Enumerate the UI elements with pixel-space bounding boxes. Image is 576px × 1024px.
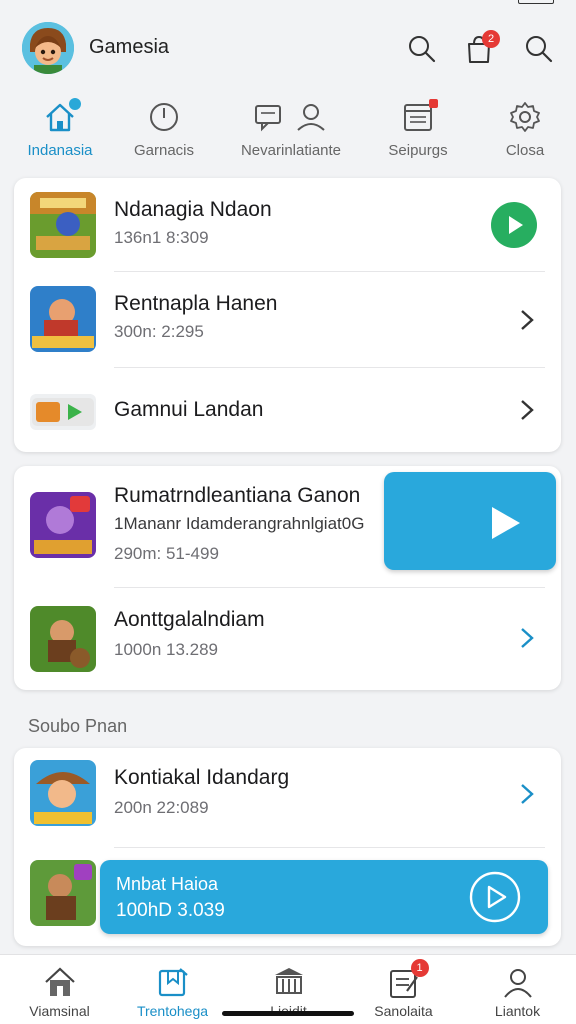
nav-label: Sanolaita: [374, 1003, 433, 1019]
library-icon: [272, 965, 306, 999]
tab-label: Indanasia: [27, 142, 93, 159]
nav-label: Viamsinal: [29, 1003, 90, 1019]
status-bar: [0, 0, 576, 10]
game-thumbnail: [30, 192, 96, 258]
nav-label: Liantok: [494, 1003, 541, 1019]
banner-meta: 100hD 3.039: [116, 900, 225, 921]
tab-dot-badge: [69, 98, 81, 110]
notepad-icon: 1: [387, 959, 429, 999]
nav-liantok[interactable]: Liantok: [460, 955, 575, 1024]
bookmark-icon: [156, 965, 190, 999]
game-thumbnail: [30, 286, 96, 352]
game-meta: 1000n 13.289: [114, 640, 218, 659]
game-title: Rentnapla Hanen: [114, 292, 278, 315]
game-title: Aonttgalalndiam: [114, 608, 265, 631]
tab-indanasia[interactable]: Indanasia: [5, 96, 115, 166]
nav-trentohega[interactable]: Trentohega: [115, 955, 230, 1024]
tab-label: Closa: [505, 142, 545, 159]
gear-icon: [508, 100, 542, 134]
home-icon: [43, 98, 81, 134]
list-item[interactable]: Mnbat Haioa 100hD 3.039: [14, 848, 561, 946]
game-list-card-1: Ndanagia Ndaon 136n1 8:309 Rentnapla Han…: [14, 178, 561, 452]
search-icon[interactable]: [407, 34, 437, 64]
game-thumbnail: [30, 492, 96, 558]
avatar[interactable]: [22, 22, 74, 74]
home-indicator: [222, 1011, 354, 1016]
nav-viamsinal[interactable]: Viamsinal: [2, 955, 117, 1024]
section-header: Soubo Pnan: [28, 716, 128, 736]
play-button[interactable]: [491, 202, 537, 248]
game-list-card-3: Kontiakal Idandarg 200n 22:089 Mnbat Hai…: [14, 748, 561, 946]
play-icon: [509, 216, 523, 234]
tab-nevarinlatiante[interactable]: Nevarinlatiante: [236, 96, 346, 166]
game-meta: 300n: 2:295: [114, 322, 204, 341]
house-icon: [43, 965, 77, 999]
play-large-button[interactable]: [384, 472, 556, 570]
battery-icon: [518, 0, 554, 4]
news-icon: [401, 99, 438, 134]
nav-sanolaita[interactable]: 1 Sanolaita: [346, 955, 461, 1024]
app-title: Gamesia: [89, 36, 170, 58]
game-thumbnail: [30, 860, 96, 926]
tab-garnacis[interactable]: Garnacis: [109, 96, 219, 166]
game-title: Gamnui Landan: [114, 398, 264, 421]
game-title: Rumatrndleantiana Ganon: [114, 484, 361, 507]
list-item[interactable]: Gamnui Landan: [14, 368, 561, 452]
game-thumbnail: [30, 606, 96, 672]
tab-label: Seipurgs: [388, 142, 448, 159]
search-icon-secondary[interactable]: [524, 34, 554, 64]
game-meta: 290m: 51-499: [114, 544, 219, 563]
notification-badge: 1: [410, 959, 429, 977]
notification-badge: 2: [482, 30, 500, 48]
game-title: Ndanagia Ndaon: [114, 198, 272, 221]
banner-title: Mnbat Haioa: [116, 874, 219, 894]
game-title: Kontiakal Idandarg: [114, 766, 290, 789]
game-meta: 200n 22:089: [114, 798, 209, 817]
list-item[interactable]: Rumatrndleantiana Ganon 1Mananr Idamdera…: [14, 466, 561, 588]
app-header: Gamesia 2: [0, 14, 576, 86]
clock-icon: [147, 100, 181, 134]
nav-label: Trentohega: [136, 1003, 209, 1019]
game-list-card-2: Rumatrndleantiana Ganon 1Mananr Idamdera…: [14, 466, 561, 690]
list-item[interactable]: Ndanagia Ndaon 136n1 8:309: [14, 178, 561, 272]
chevron-right-icon[interactable]: [519, 398, 535, 422]
chat-user-icon: [251, 100, 331, 134]
chevron-right-icon[interactable]: [519, 782, 535, 806]
game-thumbnail: [30, 760, 96, 826]
list-item[interactable]: Kontiakal Idandarg 200n 22:089: [14, 748, 561, 848]
tab-closa[interactable]: Closa: [470, 96, 576, 166]
tab-label: Garnacis: [133, 142, 195, 159]
category-tabs: Indanasia Garnacis Nevarinlatiante Seipu…: [0, 96, 576, 166]
chevron-right-icon[interactable]: [519, 626, 535, 650]
user-icon: [501, 965, 535, 999]
game-thumbnail: [30, 394, 96, 430]
game-meta: 136n1 8:309: [114, 228, 209, 247]
tab-seipurgs[interactable]: Seipurgs: [363, 96, 473, 166]
tab-red-badge: [429, 99, 438, 108]
play-circle-icon: [469, 871, 521, 923]
list-item[interactable]: Aonttgalalndiam 1000n 13.289: [14, 588, 561, 690]
game-description: 1Mananr Idamderangrahnlgiat0G: [114, 514, 365, 533]
play-icon: [492, 507, 520, 539]
tab-label: Nevarinlatiante: [240, 142, 342, 159]
play-banner[interactable]: Mnbat Haioa 100hD 3.039: [100, 860, 548, 934]
notification-button[interactable]: 2: [464, 30, 500, 64]
chevron-right-icon[interactable]: [519, 308, 535, 332]
list-item[interactable]: Rentnapla Hanen 300n: 2:295: [14, 272, 561, 368]
